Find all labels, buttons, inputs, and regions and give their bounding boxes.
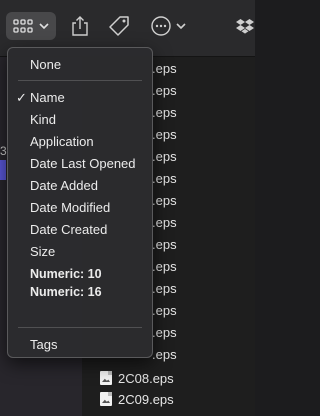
chevron-down-icon: [175, 23, 186, 30]
menu-item-numeric-16[interactable]: Numeric: 16: [8, 281, 152, 303]
list-item[interactable]: 2C08.eps: [100, 367, 174, 389]
file-name-fragment[interactable]: .eps: [152, 325, 177, 340]
file-name-fragment[interactable]: .eps: [152, 61, 177, 76]
menu-item-date-modified[interactable]: Date Modified: [8, 196, 152, 218]
eps-file-icon: [100, 371, 112, 385]
menu-separator: [18, 327, 142, 328]
menu-item-application[interactable]: Application: [8, 130, 152, 152]
file-name-fragment[interactable]: .eps: [152, 105, 177, 120]
tag-button[interactable]: [104, 12, 134, 40]
sidebar-text-fragment: 3: [0, 144, 7, 158]
file-name-fragment[interactable]: .eps: [152, 83, 177, 98]
file-name: 2C08.eps: [118, 370, 174, 386]
menu-item-label: Date Created: [30, 221, 108, 237]
menu-item-label: Date Last Opened: [30, 155, 136, 171]
menu-item-label: Tags: [30, 336, 58, 352]
file-name-fragment[interactable]: .eps: [152, 193, 177, 208]
menu-separator: [18, 80, 142, 81]
file-name-fragment[interactable]: .eps: [152, 281, 177, 296]
file-name-fragment[interactable]: .eps: [152, 347, 177, 362]
file-name-fragment[interactable]: .eps: [152, 149, 177, 164]
file-name-fragment[interactable]: .eps: [152, 237, 177, 252]
action-button[interactable]: [146, 12, 190, 40]
menu-item-label: Numeric: 16: [30, 285, 102, 299]
list-item[interactable]: 2C09.eps: [100, 388, 174, 410]
file-name-fragment[interactable]: .eps: [152, 259, 177, 274]
file-name: 2C09.eps: [118, 391, 174, 407]
menu-item-none[interactable]: None: [8, 53, 152, 75]
checkmark-icon: ✓: [16, 90, 27, 105]
menu-item-date-created[interactable]: Date Created: [8, 218, 152, 240]
menu-item-label: Date Modified: [30, 199, 111, 215]
menu-item-size[interactable]: Size: [8, 240, 152, 262]
menu-item-label: Size: [30, 243, 56, 259]
menu-item-date-last-opened[interactable]: Date Last Opened: [8, 152, 152, 174]
chevron-down-icon: [38, 23, 49, 30]
group-by-button[interactable]: [6, 12, 56, 40]
menu-item-label: Application: [30, 133, 94, 149]
share-icon: [72, 16, 88, 36]
menu-item-tags[interactable]: Tags: [8, 333, 152, 355]
menu-item-date-added[interactable]: Date Added: [8, 174, 152, 196]
eps-file-icon: [100, 392, 112, 406]
file-name-fragment[interactable]: .eps: [152, 127, 177, 142]
file-name-fragment[interactable]: .eps: [152, 215, 177, 230]
menu-item-label: None: [30, 56, 62, 72]
menu-item-label: Date Added: [30, 177, 98, 193]
menu-item-label: Kind: [30, 111, 57, 127]
group-view-icon: [12, 19, 33, 33]
sidebar-selection: [0, 160, 6, 180]
menu-item-kind[interactable]: Kind: [8, 108, 152, 130]
menu-item-label: Numeric: 10: [30, 267, 102, 281]
group-by-menu: None ✓ Name Kind Application Date Last O…: [7, 47, 153, 358]
dropbox-icon: [235, 19, 254, 34]
tag-icon: [109, 16, 129, 36]
menu-item-name[interactable]: ✓ Name: [8, 86, 152, 108]
more-icon: [150, 16, 171, 36]
dropbox-button[interactable]: [234, 12, 255, 40]
file-name-fragment[interactable]: .eps: [152, 303, 177, 318]
menu-item-label: Name: [30, 89, 65, 105]
share-button[interactable]: [66, 12, 94, 40]
file-name-fragment[interactable]: .eps: [152, 171, 177, 186]
